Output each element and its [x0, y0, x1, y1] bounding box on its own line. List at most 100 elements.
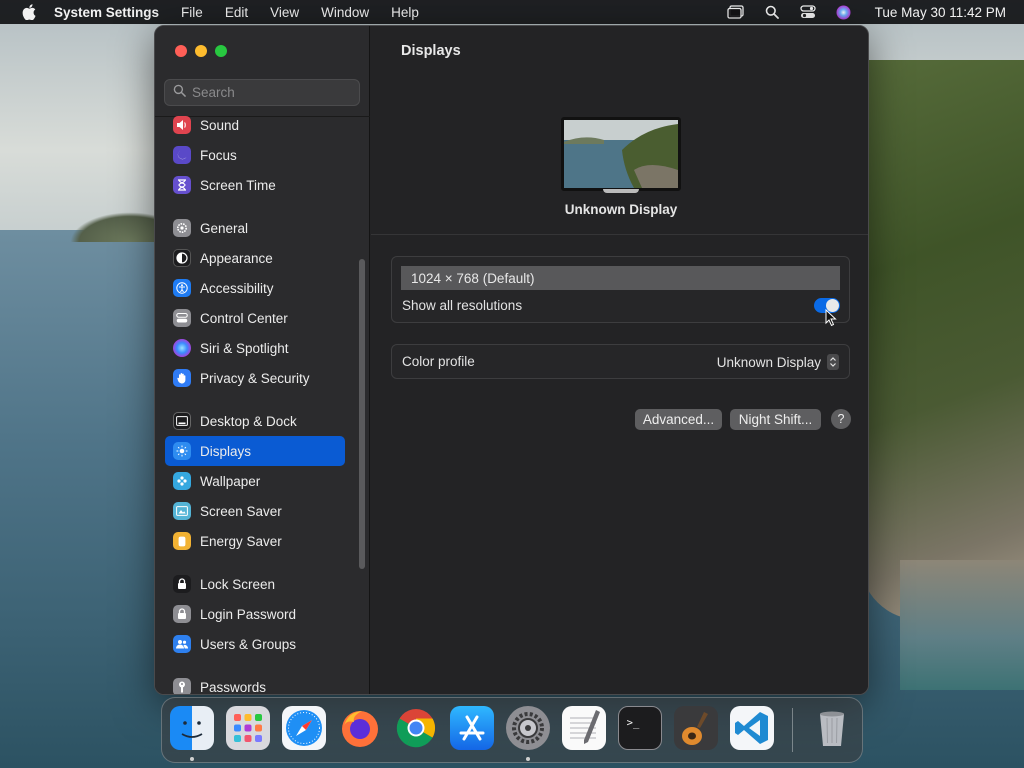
- dock: >_: [161, 697, 863, 763]
- sidebar-item-label: Displays: [200, 443, 252, 459]
- sidebar-item-label: Desktop & Dock: [200, 413, 297, 429]
- sidebar-item-wallpaper[interactable]: Wallpaper: [165, 466, 345, 496]
- color-profile-value: Unknown Display: [716, 354, 821, 370]
- sidebar-item-accessibility[interactable]: Accessibility: [165, 273, 345, 303]
- minimize-window-button[interactable]: [195, 45, 207, 57]
- window-menu[interactable]: Window: [321, 5, 369, 20]
- sidebar-list: Sound Focus Screen Time General Appearan…: [165, 110, 345, 695]
- flower-icon: [173, 472, 191, 490]
- trash-icon[interactable]: [810, 706, 854, 750]
- mouse-pointer-icon: [825, 309, 837, 327]
- edit-menu[interactable]: Edit: [225, 5, 248, 20]
- lock-icon: [173, 575, 191, 593]
- color-profile-select[interactable]: Unknown Display: [717, 354, 839, 370]
- chrome-icon[interactable]: [394, 706, 438, 750]
- battery-icon: [173, 532, 191, 550]
- search-input[interactable]: [192, 85, 352, 100]
- app-name-menu[interactable]: System Settings: [54, 5, 159, 20]
- visual-studio-code-icon[interactable]: [730, 706, 774, 750]
- sun-icon: [173, 442, 191, 460]
- sidebar-item-siri-spotlight[interactable]: Siri & Spotlight: [165, 333, 345, 363]
- night-shift-button[interactable]: Night Shift...: [730, 409, 821, 430]
- advanced-button[interactable]: Advanced...: [635, 409, 722, 430]
- sidebar-item-appearance[interactable]: Appearance: [165, 243, 345, 273]
- gear-icon: [173, 219, 191, 237]
- firefox-icon[interactable]: [338, 706, 382, 750]
- sidebar-item-lock-screen[interactable]: Lock Screen: [165, 569, 345, 599]
- running-indicator: [526, 757, 530, 761]
- sidebar-item-screen-saver[interactable]: Screen Saver: [165, 496, 345, 526]
- sidebar-item-displays[interactable]: Displays: [165, 436, 345, 466]
- siri-icon[interactable]: [835, 5, 853, 19]
- sidebar-search[interactable]: [164, 79, 360, 106]
- sidebar-item-label: Privacy & Security: [200, 370, 310, 386]
- sidebar-item-label: Screen Saver: [200, 503, 282, 519]
- system-settings-window: Sound Focus Screen Time General Appearan…: [154, 25, 869, 695]
- running-indicator: [190, 757, 194, 761]
- system-settings-icon[interactable]: [506, 706, 550, 750]
- app-store-icon[interactable]: [450, 706, 494, 750]
- sidebar-item-label: Screen Time: [200, 177, 276, 193]
- sidebar-item-label: Wallpaper: [200, 473, 261, 489]
- lock-icon: [173, 605, 191, 623]
- sidebar-item-label: Appearance: [200, 250, 273, 266]
- sidebar-item-users-groups[interactable]: Users & Groups: [165, 629, 345, 659]
- sidebar-item-label: Passwords: [200, 679, 267, 695]
- textedit-icon[interactable]: [562, 706, 606, 750]
- sidebar-item-general[interactable]: General: [165, 213, 345, 243]
- menu-bar-clock[interactable]: Tue May 30 11:42 PM: [875, 5, 1006, 20]
- resolution-option-selected[interactable]: 1024 × 768 (Default): [401, 266, 840, 290]
- sidebar-scrollbar[interactable]: [359, 259, 365, 569]
- users-icon: [173, 635, 191, 653]
- search-icon: [173, 84, 186, 102]
- safari-icon[interactable]: [282, 706, 326, 750]
- sidebar-item-energy-saver[interactable]: Energy Saver: [165, 526, 345, 556]
- chevron-up-down-icon: [827, 354, 839, 370]
- finder-icon[interactable]: [170, 706, 214, 750]
- moon-icon: [173, 146, 191, 164]
- display-stand: [603, 189, 639, 193]
- apple-menu-icon[interactable]: [18, 4, 40, 20]
- sidebar-item-privacy-security[interactable]: Privacy & Security: [165, 363, 345, 393]
- help-menu[interactable]: Help: [391, 5, 419, 20]
- help-button[interactable]: ?: [831, 409, 851, 429]
- display-wallpaper-thumbnail: [564, 120, 678, 188]
- search-icon[interactable]: [763, 5, 781, 19]
- zoom-window-button[interactable]: [215, 45, 227, 57]
- sidebar-item-label: Accessibility: [200, 280, 274, 296]
- control-center-icon[interactable]: [799, 5, 817, 19]
- display-name: Unknown Display: [564, 202, 678, 217]
- window-icon[interactable]: [727, 5, 745, 19]
- sidebar-item-desktop-dock[interactable]: Desktop & Dock: [165, 406, 345, 436]
- launchpad-icon[interactable]: [226, 706, 270, 750]
- window-controls: [175, 45, 227, 57]
- resolution-group: 1024 × 768 (Default) Show all resolution…: [391, 256, 850, 327]
- dock-separator: [792, 708, 793, 752]
- sidebar-item-sound[interactable]: Sound: [165, 110, 345, 140]
- sidebar-item-login-password[interactable]: Login Password: [165, 599, 345, 629]
- close-window-button[interactable]: [175, 45, 187, 57]
- sidebar-item-label: Focus: [200, 147, 237, 163]
- key-icon: [173, 678, 191, 694]
- sidebar-item-label: Control Center: [200, 310, 288, 326]
- sidebar-item-label: Lock Screen: [200, 576, 276, 592]
- sidebar-item-focus[interactable]: Focus: [165, 140, 345, 170]
- speaker-icon: [173, 116, 191, 134]
- color-profile-group: Color profile Unknown Display: [391, 344, 850, 379]
- view-menu[interactable]: View: [270, 5, 299, 20]
- control-center-icon: [173, 309, 191, 327]
- color-profile-label: Color profile: [402, 354, 475, 369]
- sidebar-item-control-center[interactable]: Control Center: [165, 303, 345, 333]
- garageband-icon[interactable]: [674, 706, 718, 750]
- displays-pane: Displays Unknown Display 1024 × 768 (Def…: [371, 26, 868, 694]
- sidebar-item-label: Login Password: [200, 606, 297, 622]
- hand-icon: [173, 369, 191, 387]
- sidebar-item-passwords[interactable]: Passwords: [165, 672, 345, 695]
- sidebar-item-label: Sound: [200, 117, 240, 133]
- sidebar-item-screen-time[interactable]: Screen Time: [165, 170, 345, 200]
- display-preview-image[interactable]: [561, 117, 681, 191]
- terminal-icon[interactable]: >_: [618, 706, 662, 750]
- file-menu[interactable]: File: [181, 5, 203, 20]
- sidebar-item-label: General: [200, 220, 249, 236]
- content-divider: [371, 234, 868, 235]
